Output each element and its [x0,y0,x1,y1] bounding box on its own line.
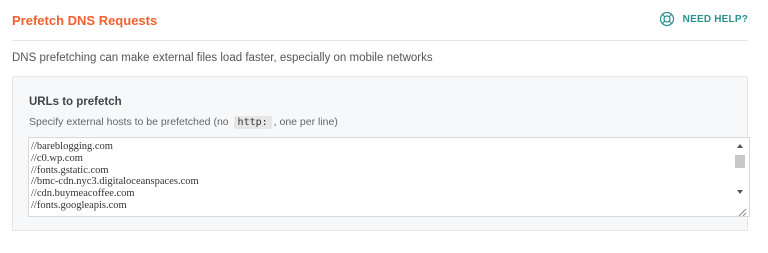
textarea-line: //fonts.gstatic.com [31,164,109,176]
scrollbar-thumb[interactable] [735,155,745,168]
scroll-down-arrow-icon[interactable] [737,190,743,194]
textarea-line: //cdn.buymeacoffee.com [31,188,135,200]
resize-grip-icon[interactable] [737,204,747,216]
section-header: Prefetch DNS Requests NEED HELP? [12,0,748,41]
field-help-suffix: , one per line) [273,116,338,128]
textarea-line: //bmc-cdn.nyc3.digitaloceanspaces.com [31,176,199,188]
field-help-prefix: Specify external hosts to be prefetched … [29,116,229,128]
lifebuoy-icon [659,11,675,27]
urls-textarea[interactable]: //bareblogging.com //c0.wp.com //fonts.g… [28,137,750,217]
scroll-up-arrow-icon[interactable] [737,144,743,148]
field-label: URLs to prefetch [29,96,122,108]
section-description: DNS prefetching can make external files … [12,52,433,64]
field-help-text: Specify external hosts to be prefetched … [29,116,338,129]
field-help-code: http: [233,116,272,129]
textarea-line: //bareblogging.com [31,141,113,152]
need-help-label[interactable]: NEED HELP? [683,14,748,25]
textarea-line: //c0.wp.com [31,152,83,164]
urls-textarea-content[interactable]: //bareblogging.com //c0.wp.com //fonts.g… [29,141,731,216]
need-help-link[interactable]: NEED HELP? [659,11,748,27]
field-panel: URLs to prefetch Specify external hosts … [12,76,750,231]
section-title: Prefetch DNS Requests [12,13,158,28]
textarea-line: //fonts.googleapis.com [31,199,127,211]
settings-section: Prefetch DNS Requests NEED HELP? DNS pre… [0,0,768,253]
